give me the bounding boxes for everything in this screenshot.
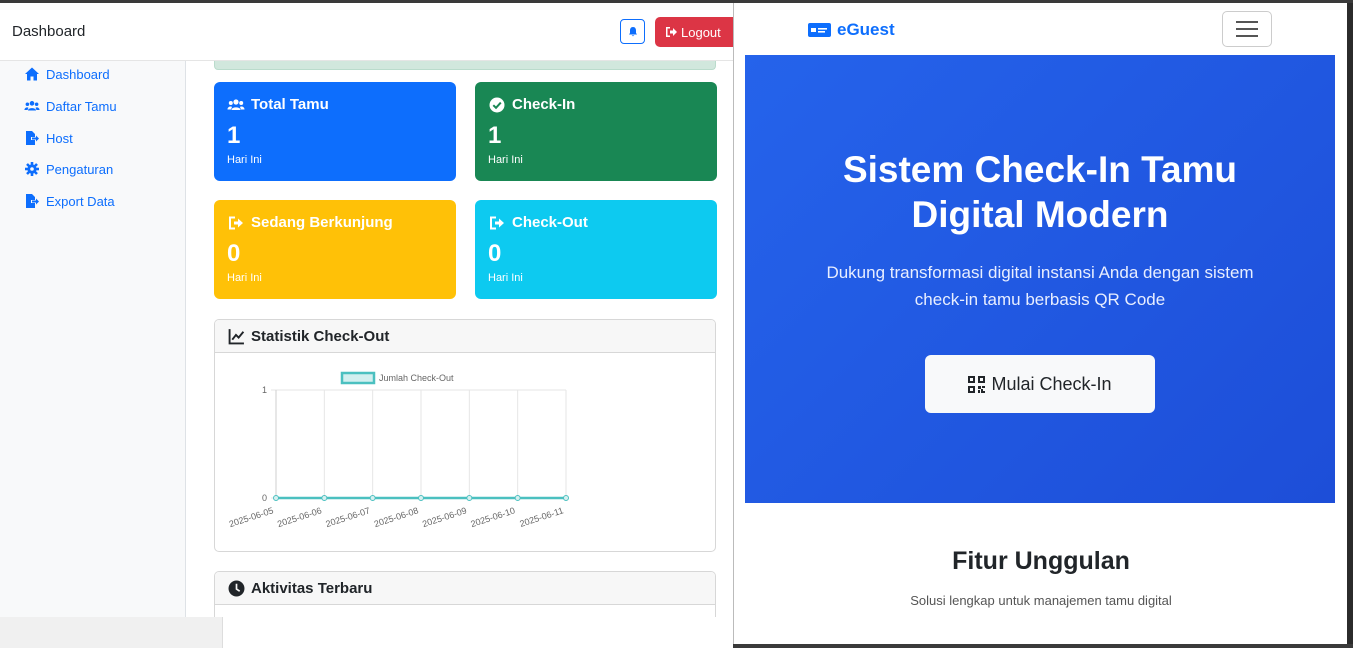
top-navbar: Dashboard Logout xyxy=(0,3,733,61)
brand-label: eGuest xyxy=(837,20,895,39)
eguest-brand[interactable]: eGuest xyxy=(808,20,895,40)
stat-subtitle: Hari Ini xyxy=(227,154,262,166)
data-point xyxy=(466,495,473,501)
hamburger-icon xyxy=(1236,21,1258,23)
file-export-icon xyxy=(26,194,39,208)
hero-title: Sistem Check-In Tamu Digital Modern xyxy=(745,147,1335,237)
sidebar-item-daftar-tamu[interactable]: Daftar Tamu xyxy=(24,96,117,116)
data-point xyxy=(321,495,328,501)
chart-card: Statistik Check-Out 0 1 2025-06-05 2025-06-… xyxy=(214,319,716,552)
stat-title: Check-Out xyxy=(512,214,588,231)
menu-toggle-button[interactable] xyxy=(1222,11,1272,47)
sidebar-item-export-data[interactable]: Export Data xyxy=(24,191,115,211)
sign-out-icon xyxy=(490,216,504,229)
stat-subtitle: Hari Ini xyxy=(488,272,523,284)
hero-title-line2: Digital Modern xyxy=(911,194,1169,235)
stat-title: Total Tamu xyxy=(251,96,329,113)
x-tick-label: 2025-06-09 xyxy=(421,505,468,529)
hero-title-line1: Sistem Check-In Tamu xyxy=(842,149,1238,190)
stat-value: 0 xyxy=(488,240,502,267)
hero-subtitle: Dukung transformasi digital instansi And… xyxy=(826,263,1254,309)
sidebar-item-label: Dashboard xyxy=(46,66,110,82)
qrcode-icon xyxy=(968,375,986,393)
page-title: Dashboard xyxy=(12,23,86,40)
stat-title: Check-In xyxy=(512,96,576,113)
data-point xyxy=(273,495,279,501)
sidebar-item-label: Host xyxy=(46,130,73,146)
features-title: Fitur Unggulan xyxy=(952,547,1130,575)
stat-value: 1 xyxy=(488,122,502,149)
stat-subtitle: Hari Ini xyxy=(488,154,523,166)
data-point xyxy=(369,495,376,501)
start-checkin-button[interactable]: Mulai Check-In xyxy=(925,355,1155,413)
sidebar-item-host[interactable]: Host xyxy=(24,128,73,148)
activity-card-header: Aktivitas Terbaru xyxy=(215,572,715,605)
logout-button[interactable]: Logout xyxy=(655,17,733,47)
id-card-icon xyxy=(808,23,831,37)
data-point xyxy=(418,495,424,501)
y-tick-label: 0 xyxy=(262,493,267,503)
notification-button[interactable] xyxy=(620,19,645,44)
stat-title: Sedang Berkunjung xyxy=(251,214,393,231)
users-icon xyxy=(24,101,40,111)
x-tick-label: 2025-06-06 xyxy=(276,505,323,529)
legend-swatch xyxy=(340,371,376,385)
bell-icon xyxy=(628,26,637,36)
x-tick-label: 2025-06-11 xyxy=(518,505,564,529)
sign-out-icon xyxy=(229,216,243,229)
eguest-window: eGuest Sistem Check-In Tamu Digital Mode… xyxy=(733,3,1347,644)
eguest-navbar: eGuest xyxy=(734,3,1347,55)
stat-value: 0 xyxy=(227,240,241,267)
check-circle-icon xyxy=(489,97,505,112)
start-checkin-label: Mulai Check-In xyxy=(991,373,1112,394)
home-icon xyxy=(25,67,39,81)
stat-card-total-tamu: Total Tamu 1 Hari Ini xyxy=(214,82,456,181)
dashboard-window: Dashboard Logout Dashboard Daftar Tamu H… xyxy=(0,3,733,617)
stat-card-check-in: Check-In 1 Hari Ini xyxy=(475,82,717,181)
sign-out-icon xyxy=(666,27,677,37)
hero-section: Sistem Check-In Tamu Digital Modern Duku… xyxy=(745,55,1335,503)
success-alert xyxy=(214,61,716,70)
activity-card: Aktivitas Terbaru xyxy=(214,571,716,617)
line-chart-icon xyxy=(228,328,245,344)
clock-icon xyxy=(228,580,245,596)
data-point xyxy=(563,495,569,501)
data-point xyxy=(514,495,521,501)
chart-card-header: Statistik Check-Out xyxy=(215,320,715,353)
window-scrollbar[interactable] xyxy=(1347,3,1353,644)
sidebar-item-label: Export Data xyxy=(46,193,115,209)
legend-label: Jumlah Check-Out xyxy=(379,373,454,383)
main-content: Total Tamu 1 Hari Ini Check-In 1 Hari In… xyxy=(186,61,733,617)
x-tick-label: 2025-06-07 xyxy=(324,505,371,529)
sidebar-item-label: Pengaturan xyxy=(46,161,114,177)
stat-value: 1 xyxy=(227,122,241,149)
stat-subtitle: Hari Ini xyxy=(227,272,262,284)
activity-card-title: Aktivitas Terbaru xyxy=(251,579,373,597)
y-tick-label: 1 xyxy=(262,385,267,395)
sidebar: Dashboard Daftar Tamu Host Pengaturan Ex… xyxy=(0,61,186,617)
users-icon xyxy=(227,98,245,110)
chart-card-title: Statistik Check-Out xyxy=(251,327,390,345)
gear-icon xyxy=(25,162,39,176)
checkout-line-chart: 012025-06-05 2025-06-06 2025-06-07 2025-06-… xyxy=(228,371,569,529)
x-tick-label: 2025-06-05 xyxy=(228,505,275,529)
taskbar-strip xyxy=(0,617,733,648)
stat-card-sedang-berkunjung: Sedang Berkunjung 0 Hari Ini xyxy=(214,200,456,299)
file-export-icon xyxy=(26,131,39,145)
x-tick-label: 2025-06-08 xyxy=(373,505,420,529)
sidebar-item-pengaturan[interactable]: Pengaturan xyxy=(24,159,113,179)
logout-label: Logout xyxy=(681,24,721,40)
features-subtitle: Solusi lengkap untuk manajemen tamu digi… xyxy=(910,593,1172,608)
sidebar-item-label: Daftar Tamu xyxy=(46,98,117,114)
x-tick-label: 2025-06-10 xyxy=(469,505,516,529)
stat-card-check-out: Check-Out 0 Hari Ini xyxy=(475,200,717,299)
sidebar-item-dashboard[interactable]: Dashboard xyxy=(24,64,110,84)
